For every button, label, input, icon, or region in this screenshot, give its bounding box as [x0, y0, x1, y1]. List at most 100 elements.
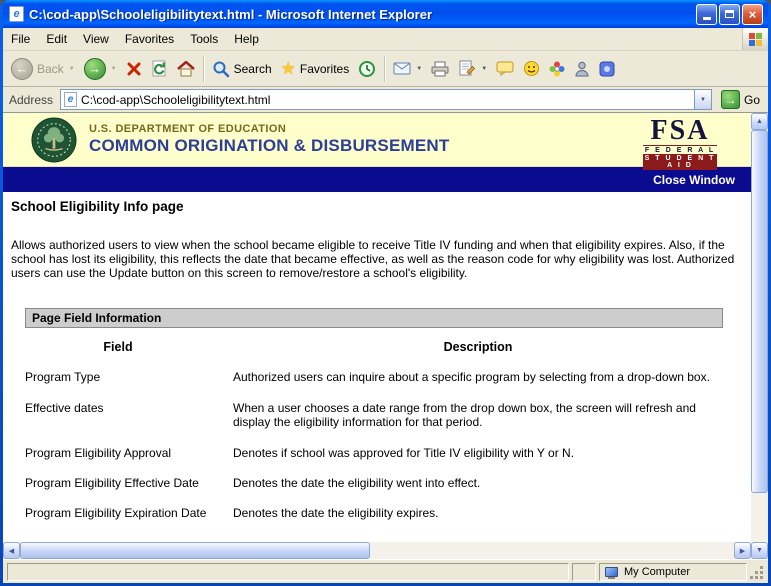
webchat-button[interactable]: [545, 54, 569, 84]
edit-dropdown-icon[interactable]: ▼: [481, 66, 487, 72]
resize-grip[interactable]: [750, 563, 765, 581]
forward-icon: →: [84, 58, 106, 80]
back-label: Back: [37, 62, 64, 76]
app-title: COMMON ORIGINATION & DISBURSEMENT: [89, 136, 449, 156]
ie-document-icon: e: [9, 6, 24, 22]
search-button[interactable]: Search: [208, 54, 276, 84]
table-row-field: Program Type: [25, 370, 211, 384]
minimize-icon: [703, 17, 711, 20]
menu-help[interactable]: Help: [226, 28, 267, 50]
zone-label: My Computer: [624, 566, 690, 578]
person-icon: [574, 61, 590, 77]
table-row-description: When a user chooses a date range from th…: [233, 401, 723, 430]
toolbar-separator: [203, 56, 204, 82]
fsa-wordmark: FSA: [643, 118, 717, 144]
forward-button[interactable]: → ▼: [80, 54, 121, 84]
menu-edit[interactable]: Edit: [38, 28, 75, 50]
column-header-field: Field: [25, 340, 211, 354]
table-row-field: Program Eligibility Expiration Date: [25, 506, 211, 520]
address-dropdown-icon[interactable]: ▼: [694, 90, 711, 109]
field-table: Field Description Program Type Authorize…: [25, 340, 723, 520]
intro-paragraph: Allows authorized users to view when the…: [11, 238, 741, 280]
vertical-scroll-track[interactable]: [751, 130, 768, 542]
help-document: School Eligibility Info page Allows auth…: [3, 192, 751, 542]
window-title: C:\cod-app\Schooleligibilitytext.html - …: [29, 7, 691, 22]
refresh-button[interactable]: [147, 54, 172, 84]
address-label: Address: [7, 93, 55, 107]
menu-file[interactable]: File: [3, 28, 38, 50]
scroll-right-icon[interactable]: ▶: [734, 542, 751, 559]
close-button[interactable]: ×: [742, 4, 763, 25]
flower-icon: [549, 61, 565, 77]
print-button[interactable]: [427, 54, 453, 84]
back-dropdown-icon[interactable]: ▼: [69, 66, 75, 72]
table-row-field: Effective dates: [25, 401, 211, 430]
status-message-pane: [7, 563, 569, 581]
title-bar[interactable]: e C:\cod-app\Schooleligibilitytext.html …: [3, 0, 768, 28]
minimize-button[interactable]: [696, 4, 717, 25]
banner-text-block: U.S. DEPARTMENT OF EDUCATION COMMON ORIG…: [89, 123, 449, 156]
table-row-description: Denotes if school was approved for Title…: [233, 446, 723, 460]
messenger-button[interactable]: [519, 54, 544, 84]
back-button[interactable]: ← Back ▼: [7, 54, 79, 84]
discuss-icon: [496, 61, 514, 76]
windows-flag-icon: [742, 28, 768, 50]
fsa-federal-line: F E D E R A L: [643, 147, 717, 154]
refresh-icon: [151, 60, 168, 77]
close-window-link[interactable]: Close Window: [653, 173, 735, 187]
scroll-up-icon[interactable]: ▲: [751, 113, 768, 130]
history-button[interactable]: [354, 54, 380, 84]
address-input-box[interactable]: e ▼: [60, 89, 712, 110]
menu-tools[interactable]: Tools: [182, 28, 226, 50]
standard-toolbar: ← Back ▼ → ▼: [3, 51, 768, 87]
ed-cod-banner: U.S. DEPARTMENT OF EDUCATION COMMON ORIG…: [3, 113, 751, 167]
scroll-left-icon[interactable]: ◀: [3, 542, 20, 559]
menu-bar: File Edit View Favorites Tools Help: [3, 28, 768, 51]
my-computer-icon: [605, 567, 618, 577]
column-header-description: Description: [233, 340, 723, 354]
maximize-icon: [725, 10, 734, 18]
mail-button[interactable]: ▼: [389, 54, 426, 84]
favorites-label: Favorites: [300, 62, 349, 76]
contacts-button[interactable]: [570, 54, 594, 84]
horizontal-scroll-track[interactable]: [20, 542, 734, 559]
page-icon: e: [64, 92, 77, 107]
table-row-description: Denotes the date the eligibility went in…: [233, 476, 723, 490]
status-bar: My Computer: [3, 559, 768, 583]
menu-view[interactable]: View: [75, 28, 117, 50]
go-button[interactable]: → Go: [717, 90, 764, 109]
forward-dropdown-icon[interactable]: ▼: [111, 66, 117, 72]
maximize-button[interactable]: [719, 4, 740, 25]
horizontal-scroll-thumb[interactable]: [20, 542, 370, 559]
address-bar: Address e ▼ → Go: [3, 87, 768, 113]
status-zone-pane: My Computer: [599, 563, 747, 581]
discuss-button[interactable]: [492, 54, 518, 84]
messenger-smiley-icon: [523, 60, 540, 77]
vertical-scrollbar[interactable]: ▲ ▼: [751, 113, 768, 559]
addon-button[interactable]: [595, 54, 619, 84]
go-label: Go: [744, 93, 760, 107]
vertical-scroll-thumb[interactable]: [751, 130, 768, 493]
print-icon: [431, 61, 449, 77]
section-header: Page Field Information: [25, 308, 723, 328]
edit-icon: [458, 60, 476, 77]
department-of-education-seal-icon: [31, 117, 77, 163]
fsa-logo: FSA F E D E R A L S T U D E N T A I D: [643, 118, 717, 170]
search-label: Search: [234, 62, 272, 76]
favorites-star-icon: ★: [281, 60, 296, 77]
favorites-button[interactable]: ★ Favorites: [277, 54, 354, 84]
window-client-area: File Edit View Favorites Tools Help ← Ba…: [3, 28, 768, 583]
page-nav-bar: Close Window: [3, 167, 751, 192]
stop-button[interactable]: [122, 54, 146, 84]
fsa-student-aid-line: S T U D E N T A I D: [643, 154, 717, 170]
toolbar-separator: [384, 56, 385, 82]
scroll-down-icon[interactable]: ▼: [751, 542, 768, 559]
mail-icon: [393, 61, 411, 76]
address-input[interactable]: [81, 93, 690, 107]
horizontal-scrollbar[interactable]: ◀ ▶: [3, 542, 751, 559]
mail-dropdown-icon[interactable]: ▼: [416, 66, 422, 72]
edit-button[interactable]: ▼: [454, 54, 491, 84]
home-button[interactable]: [173, 54, 199, 84]
menu-favorites[interactable]: Favorites: [117, 28, 182, 50]
stop-icon: [126, 61, 142, 77]
